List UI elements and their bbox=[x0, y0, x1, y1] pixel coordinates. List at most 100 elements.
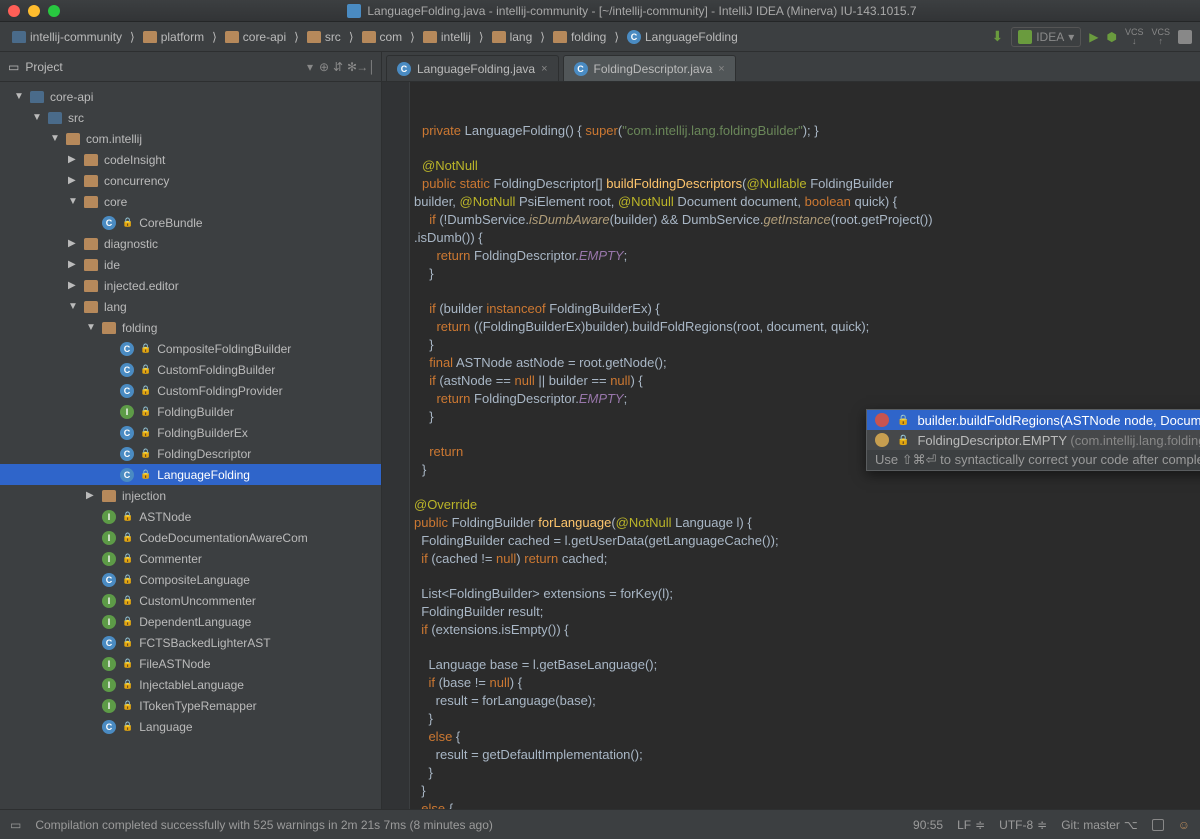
expand-arrow-icon[interactable]: ▶ bbox=[86, 490, 96, 501]
tree-node[interactable]: C🔒FoldingDescriptor bbox=[0, 443, 381, 464]
breadcrumb-item[interactable]: CLanguageFolding bbox=[623, 28, 742, 46]
breadcrumb-item[interactable]: com bbox=[358, 28, 407, 46]
breadcrumb-item[interactable]: core-api bbox=[221, 28, 290, 46]
debug-icon[interactable]: ⬢ bbox=[1106, 30, 1116, 44]
hector-icon[interactable]: ☺ bbox=[1178, 818, 1190, 832]
tree-node[interactable]: I🔒FoldingBuilder bbox=[0, 401, 381, 422]
folder-icon bbox=[84, 301, 98, 313]
tree-node-label: src bbox=[68, 111, 84, 125]
close-tab-icon[interactable]: × bbox=[718, 63, 724, 75]
tree-node-label: Commenter bbox=[139, 552, 202, 566]
expand-arrow-icon[interactable]: ▶ bbox=[68, 280, 78, 291]
tree-node[interactable]: C🔒CoreBundle bbox=[0, 212, 381, 233]
editor-tab[interactable]: CLanguageFolding.java× bbox=[386, 55, 559, 81]
tree-node[interactable]: C🔒CompositeFoldingBuilder bbox=[0, 338, 381, 359]
hide-icon[interactable]: →│ bbox=[359, 60, 373, 74]
completion-item[interactable]: 🔒builder.buildFoldRegions(ASTNode node, … bbox=[867, 410, 1200, 430]
completion-item[interactable]: 🔒FoldingDescriptor.EMPTY (com.intellij.l… bbox=[867, 430, 1200, 450]
lock-icon: 🔒 bbox=[122, 637, 133, 648]
chevron-down-icon[interactable]: ▾ bbox=[303, 60, 317, 74]
tree-node[interactable]: C🔒CompositeLanguage bbox=[0, 569, 381, 590]
tree-node[interactable]: C🔒Language bbox=[0, 716, 381, 737]
run-config-icon bbox=[1018, 30, 1032, 44]
tree-node[interactable]: I🔒InjectableLanguage bbox=[0, 674, 381, 695]
tree-node[interactable]: ▼folding bbox=[0, 317, 381, 338]
breadcrumb-item[interactable]: folding bbox=[549, 28, 610, 46]
expand-arrow-icon[interactable]: ▼ bbox=[86, 322, 96, 333]
editor-tab[interactable]: CFoldingDescriptor.java× bbox=[563, 55, 736, 81]
expand-arrow-icon[interactable]: ▶ bbox=[68, 259, 78, 270]
tree-node[interactable]: C🔒FoldingBuilderEx bbox=[0, 422, 381, 443]
completion-hint-text: Use ⇧⌘⏎ to syntactically correct your co… bbox=[875, 452, 1200, 468]
breadcrumb[interactable]: intellij-community⟩platform⟩core-api⟩src… bbox=[8, 28, 991, 46]
expand-arrow-icon[interactable]: ▼ bbox=[68, 196, 78, 207]
tree-node[interactable]: ▼ src bbox=[0, 107, 381, 128]
tree-node[interactable]: ▶ide bbox=[0, 254, 381, 275]
tree-node[interactable]: C🔒CustomFoldingBuilder bbox=[0, 359, 381, 380]
tree-node[interactable]: ▼core bbox=[0, 191, 381, 212]
breadcrumb-item[interactable]: platform bbox=[139, 28, 208, 46]
tree-node[interactable]: ▼ core-api bbox=[0, 86, 381, 107]
tree-node[interactable]: C🔒CustomFoldingProvider bbox=[0, 380, 381, 401]
folder-icon bbox=[143, 31, 157, 43]
locate-icon[interactable]: ⊕ bbox=[317, 60, 331, 74]
vcs-update-icon[interactable]: VCS↓ bbox=[1125, 28, 1144, 46]
tree-node[interactable]: I🔒Commenter bbox=[0, 548, 381, 569]
lock-icon: 🔒 bbox=[122, 595, 133, 606]
expand-arrow-icon[interactable]: ▼ bbox=[68, 301, 78, 312]
breadcrumb-item[interactable]: intellij-community bbox=[8, 28, 126, 46]
tree-node[interactable]: I🔒ASTNode bbox=[0, 506, 381, 527]
tree-node[interactable]: I🔒DependentLanguage bbox=[0, 611, 381, 632]
tree-node[interactable]: C🔒LanguageFolding bbox=[0, 464, 381, 485]
breadcrumb-item[interactable]: src bbox=[303, 28, 345, 46]
close-icon[interactable] bbox=[8, 5, 20, 17]
file-encoding[interactable]: UTF-8≑ bbox=[999, 818, 1047, 832]
line-separator[interactable]: LF≑ bbox=[957, 818, 985, 832]
run-config-selector[interactable]: IDEA ▾ bbox=[1011, 27, 1081, 47]
structure-icon[interactable] bbox=[1178, 30, 1192, 44]
expand-arrow-icon[interactable]: ▶ bbox=[68, 238, 78, 249]
folder-icon bbox=[84, 175, 98, 187]
tree-node[interactable]: I🔒CustomUncommenter bbox=[0, 590, 381, 611]
project-tree[interactable]: ▼ core-api ▼ src ▼com.intellij▶codeInsight▶c… bbox=[0, 82, 381, 809]
code-completion-popup[interactable]: 🔒builder.buildFoldRegions(ASTNode node, … bbox=[866, 409, 1200, 471]
breadcrumb-item[interactable]: intellij bbox=[419, 28, 475, 46]
tree-node[interactable]: ▶injection bbox=[0, 485, 381, 506]
status-bar-icon[interactable]: ▭ bbox=[10, 818, 21, 832]
vcs-commit-icon[interactable]: VCS↑ bbox=[1151, 28, 1170, 46]
tree-node[interactable]: I🔒CodeDocumentationAwareCom bbox=[0, 527, 381, 548]
tree-node[interactable]: I🔒FileASTNode bbox=[0, 653, 381, 674]
run-icon[interactable]: ▶ bbox=[1089, 30, 1098, 44]
breadcrumb-item[interactable]: lang bbox=[488, 28, 537, 46]
expand-arrow-icon[interactable]: ▶ bbox=[68, 154, 78, 165]
project-tool-window: ▭ Project ▾ ⊕ ⇵ ✻ →│ ▼core-api▼src▼com.i… bbox=[0, 52, 382, 809]
maximize-icon[interactable] bbox=[48, 5, 60, 17]
git-branch[interactable]: Git: master ⌥ bbox=[1061, 818, 1138, 832]
tree-node[interactable]: ▶injected.editor bbox=[0, 275, 381, 296]
tree-node[interactable]: ▶codeInsight bbox=[0, 149, 381, 170]
tree-node[interactable]: C🔒FCTSBackedLighterAST bbox=[0, 632, 381, 653]
lock-icon: 🔒 bbox=[140, 469, 151, 480]
minimize-icon[interactable] bbox=[28, 5, 40, 17]
tab-label: LanguageFolding.java bbox=[417, 62, 535, 76]
lock-icon[interactable] bbox=[1152, 819, 1164, 831]
project-view-icon[interactable]: ▭ bbox=[8, 60, 19, 74]
collapse-icon[interactable]: ⇵ bbox=[331, 60, 345, 74]
expand-arrow-icon[interactable]: ▼ bbox=[14, 91, 24, 102]
tree-node[interactable]: I🔒ITokenTypeRemapper bbox=[0, 695, 381, 716]
expand-arrow-icon[interactable]: ▼ bbox=[32, 112, 42, 123]
expand-arrow-icon[interactable]: ▼ bbox=[50, 133, 60, 144]
close-tab-icon[interactable]: × bbox=[541, 63, 547, 75]
editor-gutter[interactable] bbox=[382, 82, 410, 809]
tree-node[interactable]: ▶diagnostic bbox=[0, 233, 381, 254]
caret-position[interactable]: 90:55 bbox=[913, 818, 943, 832]
tree-node[interactable]: ▼com.intellij bbox=[0, 128, 381, 149]
chevron-right-icon: ⟩ bbox=[614, 30, 619, 44]
make-icon[interactable]: ⬇ bbox=[991, 28, 1003, 45]
tree-node-label: core-api bbox=[50, 90, 93, 104]
tree-node[interactable]: ▶concurrency bbox=[0, 170, 381, 191]
tree-node[interactable]: ▼lang bbox=[0, 296, 381, 317]
interface-icon: I bbox=[102, 615, 116, 629]
expand-arrow-icon[interactable]: ▶ bbox=[68, 175, 78, 186]
tree-node-label: InjectableLanguage bbox=[139, 678, 244, 692]
